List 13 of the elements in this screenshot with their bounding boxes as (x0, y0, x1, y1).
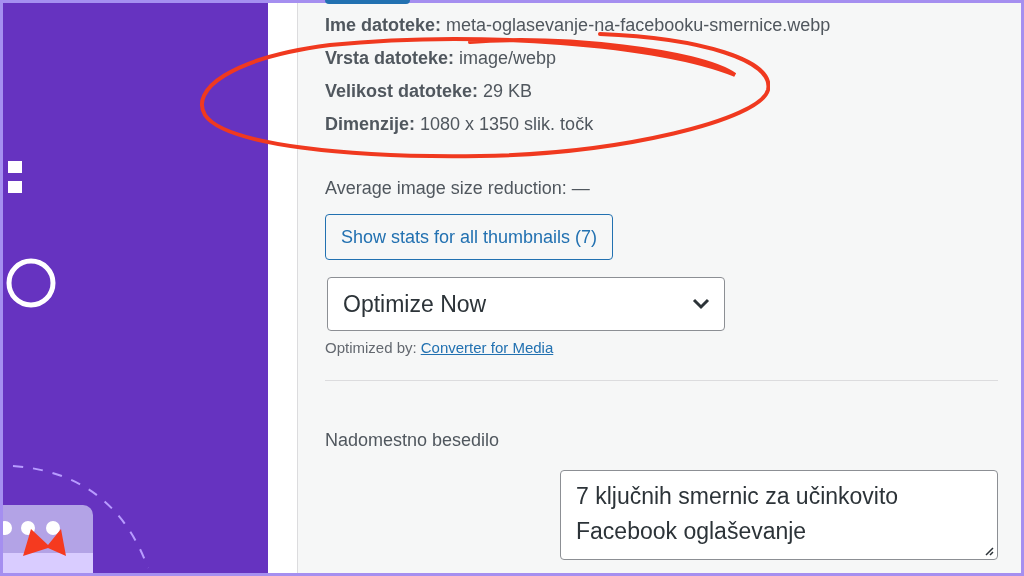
file-info-line: Dimenzije: 1080 x 1350 slik. točk (325, 113, 595, 136)
show-stats-button[interactable]: Show stats for all thumbnails (7) (325, 214, 614, 260)
resize-handle-icon[interactable] (984, 546, 994, 556)
converter-link[interactable]: Converter for Media (420, 338, 554, 358)
average-reduction-text: Average image size reduction: — (325, 177, 591, 200)
file-info-line: Ime datoteke: meta-oglasevanje-na-facebooku-smernice.webp (325, 14, 832, 37)
chevron-down-icon (692, 298, 710, 310)
file-info-line: Vrsta datoteke: image/webp (325, 47, 558, 70)
alt-text-field[interactable]: 7 ključnih smernic za učinkovito Facebook oglaševanje (560, 470, 998, 560)
optimize-dropdown[interactable]: Optimize Now (327, 277, 725, 331)
optimized-by-label: Optimized by: (325, 338, 417, 358)
alt-text-label: Nadomestno besedilo (325, 429, 501, 452)
file-info-line: Velikost datoteke: 29 KB (325, 80, 534, 103)
